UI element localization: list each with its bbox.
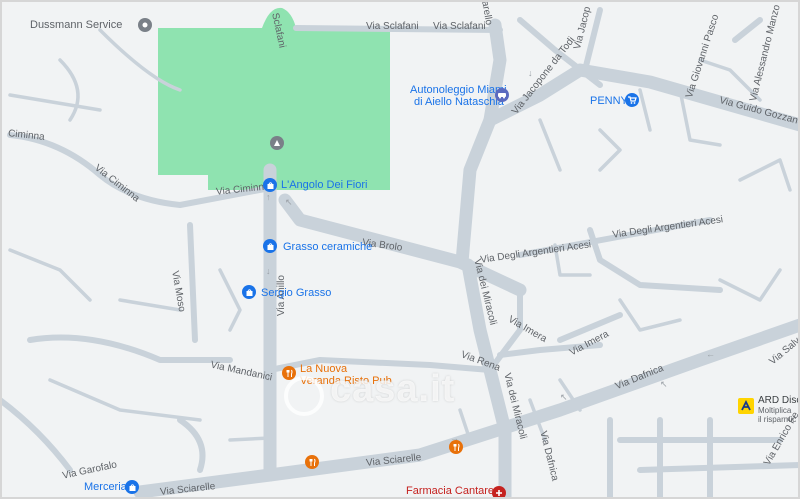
poi-autonoleggio-line2[interactable]: di Aiello Nataschia <box>414 96 504 108</box>
casa-logo-icon <box>284 376 324 416</box>
shopping-bag-icon[interactable] <box>125 480 139 494</box>
shopping-cart-icon[interactable] <box>625 93 639 107</box>
watermark-text: casa.it <box>330 368 456 410</box>
svg-text:↓: ↓ <box>528 68 533 78</box>
car-rental-icon[interactable] <box>495 88 509 102</box>
poi-farmacia-cantarero[interactable]: Farmacia Cantarero <box>406 485 504 497</box>
poi-ard-line1[interactable]: ARD Disc <box>758 395 800 406</box>
park-monument-icon[interactable] <box>270 136 284 150</box>
pharmacy-icon[interactable] <box>492 486 506 499</box>
svg-text:↖: ↖ <box>285 197 293 207</box>
fork-knife-icon[interactable] <box>305 455 319 469</box>
street-label-sclafani-1: Via Sclafani <box>366 21 419 32</box>
fork-knife-icon[interactable] <box>449 440 463 454</box>
place-pin-icon[interactable] <box>138 18 152 32</box>
poi-grasso-ceramiche[interactable]: Grasso ceramiche <box>283 241 372 253</box>
street-label-sclafani-2: Via Sclafani <box>433 21 486 32</box>
svg-text:↖: ↖ <box>660 379 668 389</box>
svg-text:↑: ↑ <box>266 192 271 202</box>
poi-autonoleggio-line1[interactable]: Autonoleggio Miami <box>410 84 507 96</box>
svg-text:↓: ↓ <box>266 266 271 276</box>
poi-penny[interactable]: PENNY <box>590 95 628 107</box>
shopping-bag-icon[interactable] <box>263 178 277 192</box>
poi-ard-line2: Moltiplica <box>758 406 792 415</box>
poi-dussmann-service[interactable]: Dussmann Service <box>30 19 122 31</box>
poi-angolo-dei-fiori[interactable]: L'Angolo Dei Fiori <box>281 179 367 191</box>
poi-ard-line3: il risparmic <box>758 415 797 424</box>
shopping-bag-icon[interactable] <box>242 285 256 299</box>
map-canvas[interactable]: ↑ ↓ ↓ ↖ ↖ ↖ ← → ↓ Via Sclafani Via Sclaf… <box>0 0 800 499</box>
svg-text:↖: ↖ <box>560 392 568 402</box>
svg-text:←: ← <box>706 349 715 359</box>
poi-merceria[interactable]: Merceria <box>84 481 127 493</box>
poi-sergio-grasso[interactable]: Sergio Grasso <box>261 287 331 299</box>
shopping-bag-icon[interactable] <box>263 239 277 253</box>
fuel-station-icon[interactable] <box>738 398 754 414</box>
